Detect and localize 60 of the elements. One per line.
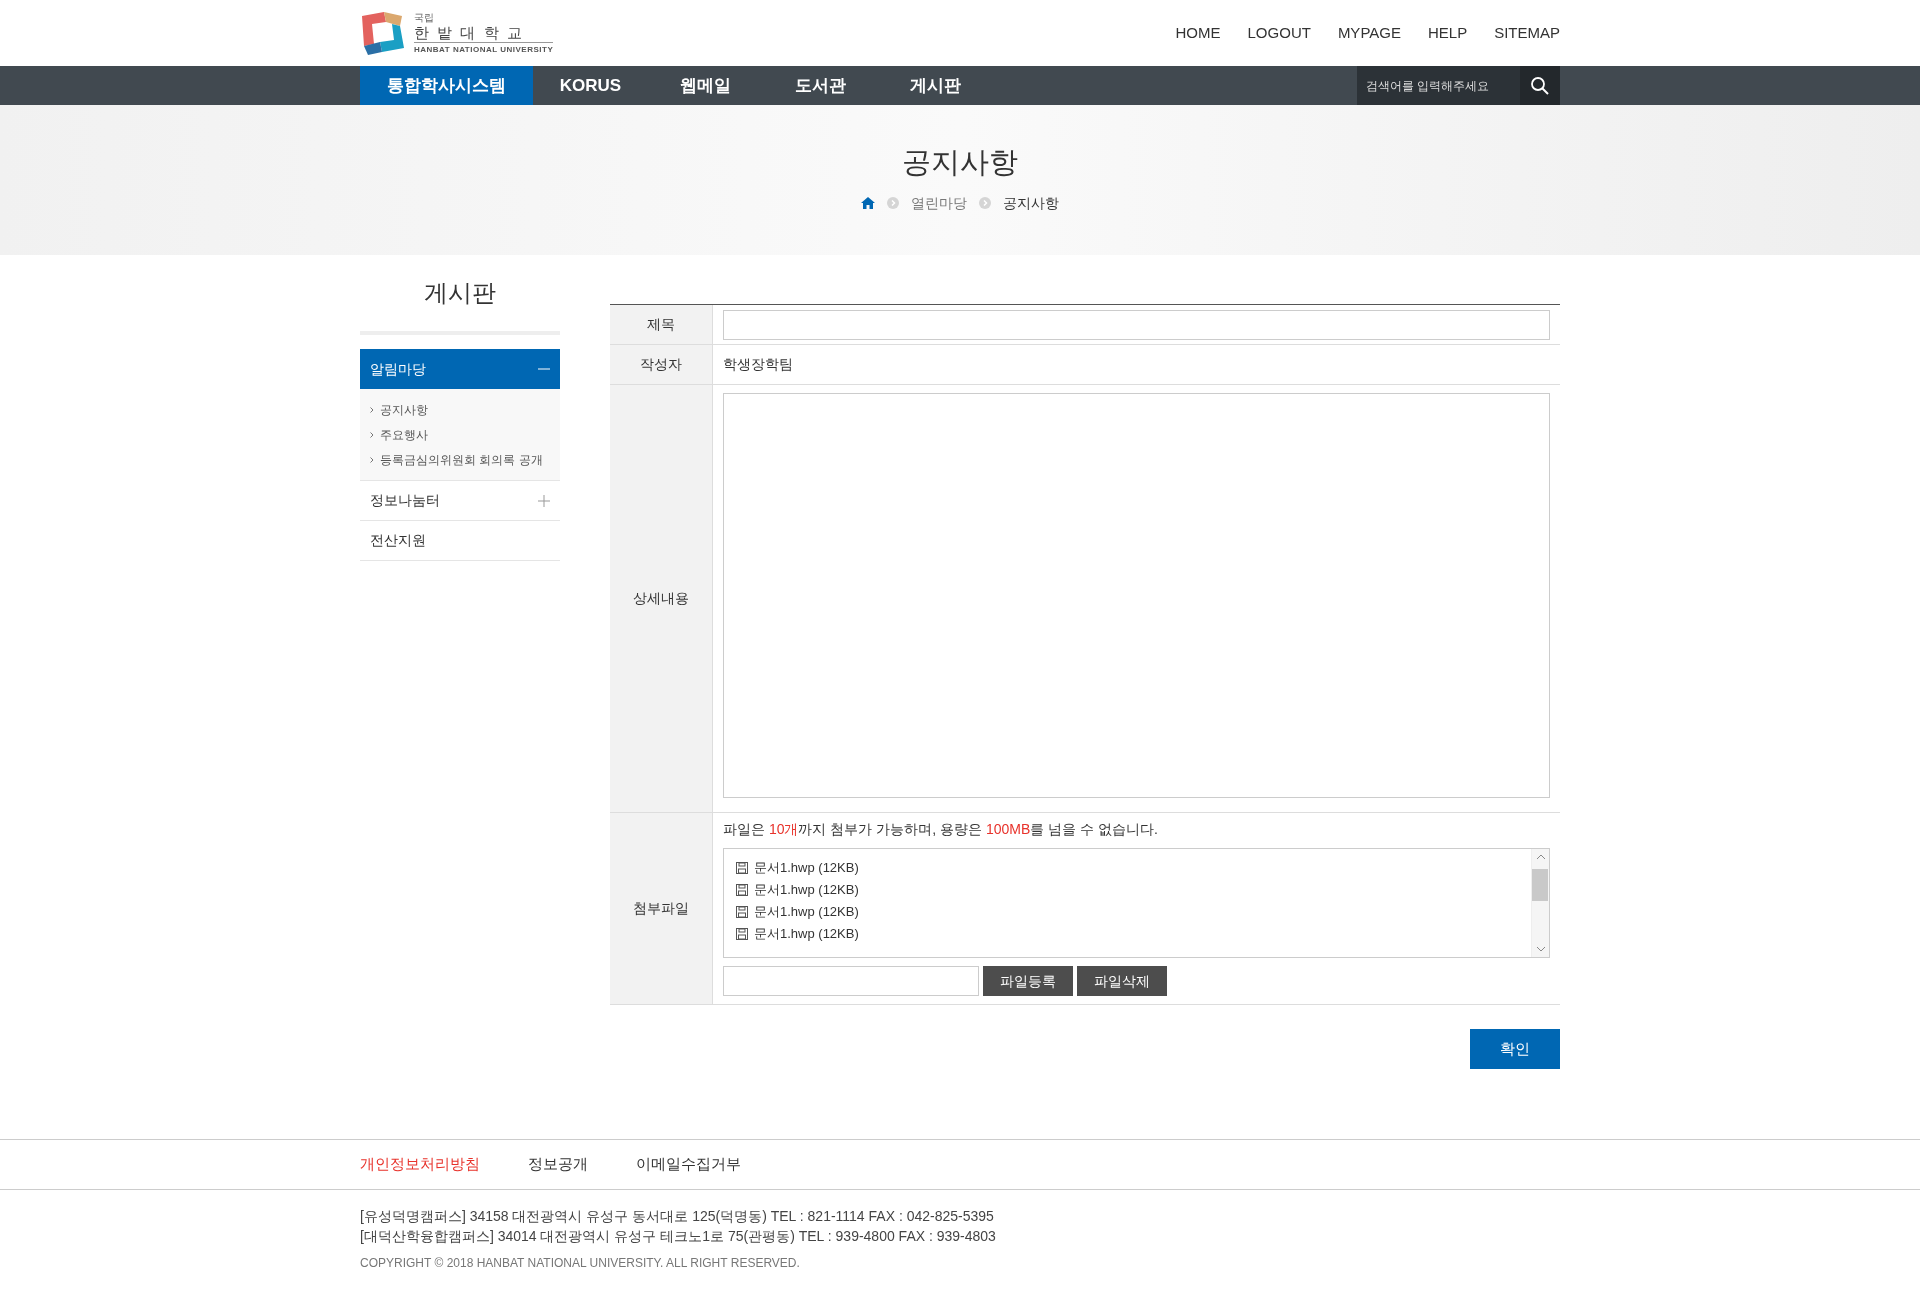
logo-text: 국립 xyxy=(414,12,435,23)
top-link[interactable]: SITEMAP xyxy=(1494,21,1560,45)
confirm-button[interactable]: 확인 xyxy=(1470,1029,1560,1069)
sidebar-item[interactable]: 정보나눔터 xyxy=(360,481,560,521)
content-field[interactable] xyxy=(723,393,1550,798)
search-field[interactable]: 검색어를 입력해주세요 xyxy=(1357,66,1520,105)
plus-icon xyxy=(538,494,550,507)
top-link[interactable]: HELP xyxy=(1427,21,1468,45)
footer-link[interactable]: 개인정보처리방침 xyxy=(360,1153,480,1176)
field-label: 작성자 xyxy=(610,345,713,384)
caret-icon[interactable] xyxy=(1536,946,1546,952)
title-field[interactable] xyxy=(723,310,1550,340)
footer-link[interactable]: 이메일수집거부 xyxy=(636,1153,741,1176)
file-name[interactable]: 문서1.hwp (12KB) xyxy=(754,902,859,922)
nav-tab[interactable]: 게시판 xyxy=(878,66,993,105)
nav-tab[interactable]: KORUS xyxy=(533,66,648,105)
file-button[interactable]: 파일삭제 xyxy=(1077,966,1167,996)
author-text: 학생장학팀 xyxy=(723,355,793,374)
chevron-icon xyxy=(370,431,374,438)
sidebar-item[interactable]: 알림마당 xyxy=(360,349,560,389)
file-list[interactable]: 문서1.hwp (12KB) 문서1.hwp (12KB) 문서1.hwp (12KB) 문서1.hwp (12KB) xyxy=(723,848,1550,958)
file-name[interactable]: 문서1.hwp (12KB) xyxy=(754,858,859,878)
breadcrumb-item[interactable]: 열린마당 xyxy=(911,192,967,214)
home-icon[interactable] xyxy=(861,197,875,209)
top-link[interactable]: HOME xyxy=(1175,21,1221,45)
top-link[interactable]: LOGOUT xyxy=(1247,21,1311,45)
nav-tab[interactable]: 도서관 xyxy=(763,66,878,105)
copyright-text: COPYRIGHT © 2018 HANBAT NATIONAL UNIVERSITY. ALL RIGHT RESERVED. xyxy=(360,1255,801,1272)
sidebar-item[interactable]: 전산지원 xyxy=(360,521,560,561)
field-label: 제목 xyxy=(610,305,713,344)
chevron-icon xyxy=(887,197,899,209)
chevron-icon xyxy=(370,456,374,463)
logo-icon xyxy=(360,10,406,56)
notice-text: 파일은 10개 까지 첨부가 가능하며, 용량은 100MB를 넘을 수 없습니다. xyxy=(723,820,1159,839)
scrollbar[interactable] xyxy=(1531,849,1549,957)
logo-text: 한 밭 대 학 교 xyxy=(414,24,525,40)
sidebar-subitem[interactable]: 주요행사 xyxy=(370,422,550,447)
address-text: [대덕산학융합캠퍼스] 34014 대전광역시 유성구 테크노1로 75(관평동) TEL : 939-4800 FAX : 939-4803 xyxy=(360,1227,997,1246)
search-button[interactable] xyxy=(1520,66,1560,105)
file-name[interactable]: 문서1.hwp (12KB) xyxy=(754,880,859,900)
sidebar-title: 게시판 xyxy=(360,255,560,335)
field-label: 첨부파일 xyxy=(610,813,713,1004)
file-button[interactable]: 파일등록 xyxy=(983,966,1073,996)
sidebar-subitem[interactable]: 등록금심의위원회 회의록 공개 xyxy=(370,447,550,472)
address-text: [유성덕명캠퍼스] 34158 대전광역시 유성구 동서대로 125(덕명동) TEL : 821-1114 FAX : 042-825-5395 xyxy=(360,1207,995,1226)
footer-link[interactable]: 정보공개 xyxy=(528,1153,588,1176)
page-title: 공지사항 xyxy=(901,145,1019,180)
top-link[interactable]: MYPAGE xyxy=(1337,21,1401,45)
logo-text: HANBAT NATIONAL UNIVERSITY xyxy=(414,41,554,54)
chevron-icon xyxy=(370,406,374,413)
caret-icon[interactable] xyxy=(1536,854,1546,860)
chevron-icon xyxy=(979,197,991,209)
nav-tab[interactable]: 통합학사시스템 xyxy=(360,66,533,105)
nav-tab[interactable]: 웹메일 xyxy=(648,66,763,105)
file-name[interactable]: 문서1.hwp (12KB) xyxy=(754,924,859,944)
sidebar-subitem[interactable]: 공지사항 xyxy=(370,397,550,422)
file-path-field[interactable] xyxy=(723,966,979,996)
search-icon xyxy=(1530,75,1550,96)
breadcrumb-item: 공지사항 xyxy=(1003,193,1059,213)
field-label: 상세내용 xyxy=(610,385,713,812)
